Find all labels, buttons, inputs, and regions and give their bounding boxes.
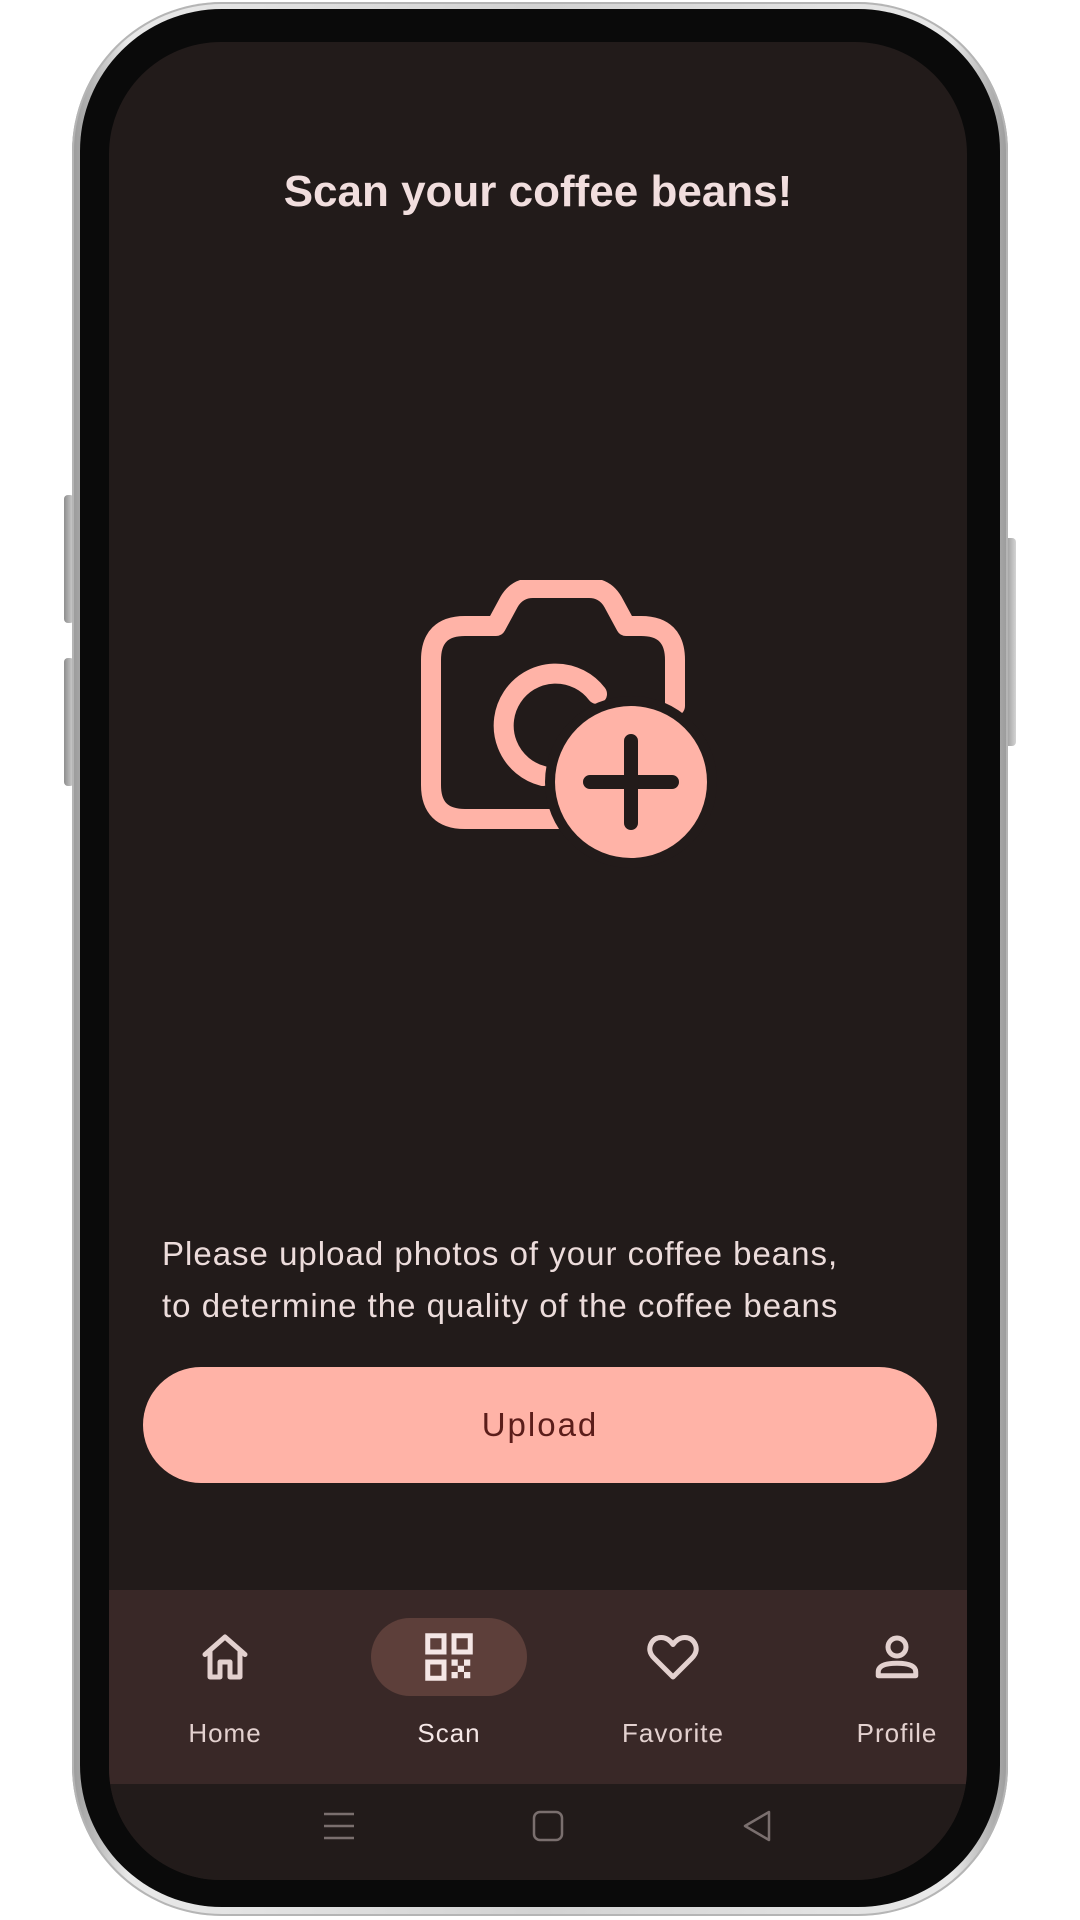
nav-item-favorite[interactable]: Favorite [573,1590,773,1784]
nav-item-profile[interactable]: Profile [797,1590,967,1784]
nav-label-profile: Profile [856,1718,938,1748]
instructions-line-1: Please upload photos of your coffee bean… [162,1235,839,1272]
home-square-icon[interactable] [526,1804,570,1848]
nav-label-home: Home [188,1718,262,1748]
person-icon [875,1635,919,1679]
nav-item-scan[interactable]: Scan [349,1590,549,1784]
home-icon [202,1634,248,1680]
nav-label-favorite: Favorite [622,1718,724,1748]
device-stage: Scan your coffee beans! Please upload ph… [0,0,1080,1920]
instructions-line-2: to determine the quality of the coffee b… [162,1287,839,1324]
add-photo-camera-icon[interactable] [405,580,725,880]
page-title: Scan your coffee beans! [283,167,793,216]
upload-button[interactable]: Upload [143,1367,937,1483]
heart-icon [647,1635,699,1680]
system-navigation-bar [109,1784,967,1880]
instructions-text: Please upload photos of your coffee bean… [162,1228,922,1332]
nav-label-scan: Scan [417,1718,481,1748]
app-screen: Scan your coffee beans! Please upload ph… [109,42,967,1880]
qr-code-icon [425,1633,473,1681]
bottom-navigation-bar: Home Scan Favorite Profile [109,1590,967,1784]
back-triangle-icon[interactable] [735,1804,779,1848]
recents-icon[interactable] [317,1804,361,1848]
nav-item-home[interactable]: Home [125,1590,325,1784]
